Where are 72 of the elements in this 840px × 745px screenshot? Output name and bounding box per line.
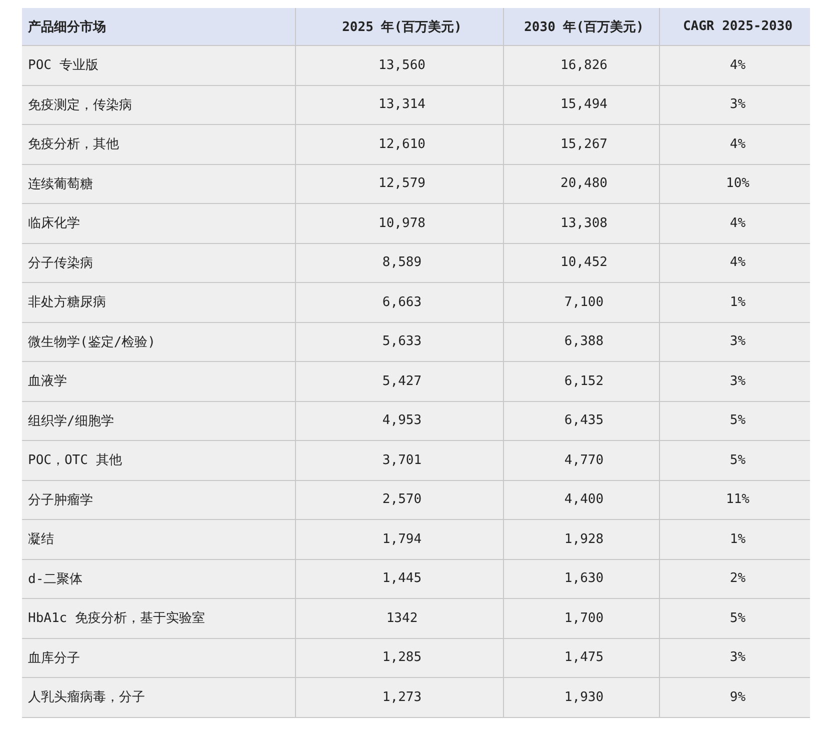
- table-cell: 1,700: [503, 598, 659, 638]
- table-cell: 连续葡萄糖: [22, 164, 295, 204]
- table-cell: 3,701: [295, 440, 503, 480]
- table-cell: 血库分子: [22, 638, 295, 678]
- column-header: 产品细分市场: [22, 8, 295, 46]
- table-cell: 6,388: [503, 322, 659, 362]
- table-cell: 13,560: [295, 46, 503, 85]
- table-cell: 13,314: [295, 85, 503, 124]
- table-cell: 16,826: [503, 46, 659, 85]
- table-cell: 5%: [659, 440, 810, 480]
- table-cell: 1,630: [503, 559, 659, 598]
- table-cell: 15,267: [503, 124, 659, 164]
- table-cell: 1,475: [503, 638, 659, 678]
- table-cell: 7,100: [503, 282, 659, 322]
- table-cell: 6,663: [295, 282, 503, 322]
- table-cell: 3%: [659, 362, 810, 401]
- table-cell: 11%: [659, 480, 810, 520]
- table-cell: 12,579: [295, 164, 503, 204]
- table-cell: 4%: [659, 124, 810, 164]
- table-cell: 微生物学(鉴定/检验): [22, 322, 295, 362]
- table-cell: 血液学: [22, 362, 295, 401]
- table-cell: POC，OTC 其他: [22, 440, 295, 480]
- table-cell: POC 专业版: [22, 46, 295, 85]
- table-cell: 10,978: [295, 204, 503, 243]
- table-cell: 15,494: [503, 85, 659, 124]
- table-cell: 分子肿瘤学: [22, 480, 295, 520]
- table-cell: 10%: [659, 164, 810, 204]
- table-cell: 6,152: [503, 362, 659, 401]
- table-cell: 5%: [659, 401, 810, 440]
- table-cell: 5,427: [295, 362, 503, 401]
- table-cell: 1342: [295, 598, 503, 638]
- table-cell: 6,435: [503, 401, 659, 440]
- table-cell: 非处方糖尿病: [22, 282, 295, 322]
- table-cell: d-二聚体: [22, 559, 295, 598]
- table-cell: 免疫测定，传染病: [22, 85, 295, 124]
- table-cell: 5,633: [295, 322, 503, 362]
- table-cell: 4,953: [295, 401, 503, 440]
- table-cell: 分子传染病: [22, 243, 295, 282]
- table-cell: 2,570: [295, 480, 503, 520]
- table-cell: 组织学/细胞学: [22, 401, 295, 440]
- table-cell: 4%: [659, 204, 810, 243]
- table-cell: 人乳头瘤病毒，分子: [22, 678, 295, 717]
- table-cell: 临床化学: [22, 204, 295, 243]
- table-cell: 1,928: [503, 520, 659, 559]
- table-cell: 2%: [659, 559, 810, 598]
- table-cell: 3%: [659, 638, 810, 678]
- table-cell: 4,770: [503, 440, 659, 480]
- column-header: 2030 年(百万美元): [503, 8, 659, 46]
- table-cell: 12,610: [295, 124, 503, 164]
- column-header: CAGR 2025-2030: [659, 8, 810, 46]
- table-cell: 3%: [659, 322, 810, 362]
- table-cell: 5%: [659, 598, 810, 638]
- table-cell: 3%: [659, 85, 810, 124]
- table-cell: 1,273: [295, 678, 503, 717]
- table-cell: 1,794: [295, 520, 503, 559]
- table-cell: 1,285: [295, 638, 503, 678]
- table-cell: 4%: [659, 243, 810, 282]
- table-cell: 4%: [659, 46, 810, 85]
- table-cell: 10,452: [503, 243, 659, 282]
- table-cell: 1%: [659, 282, 810, 322]
- table-cell: 1%: [659, 520, 810, 559]
- column-header: 2025 年(百万美元): [295, 8, 503, 46]
- table-cell: 20,480: [503, 164, 659, 204]
- table-cell: 凝结: [22, 520, 295, 559]
- table-cell: 9%: [659, 678, 810, 717]
- table-cell: 13,308: [503, 204, 659, 243]
- table-cell: HbA1c 免疫分析，基于实验室: [22, 598, 295, 638]
- table-cell: 4,400: [503, 480, 659, 520]
- table-cell: 8,589: [295, 243, 503, 282]
- table-cell: 1,445: [295, 559, 503, 598]
- table-cell: 免疫分析，其他: [22, 124, 295, 164]
- table-cell: 1,930: [503, 678, 659, 717]
